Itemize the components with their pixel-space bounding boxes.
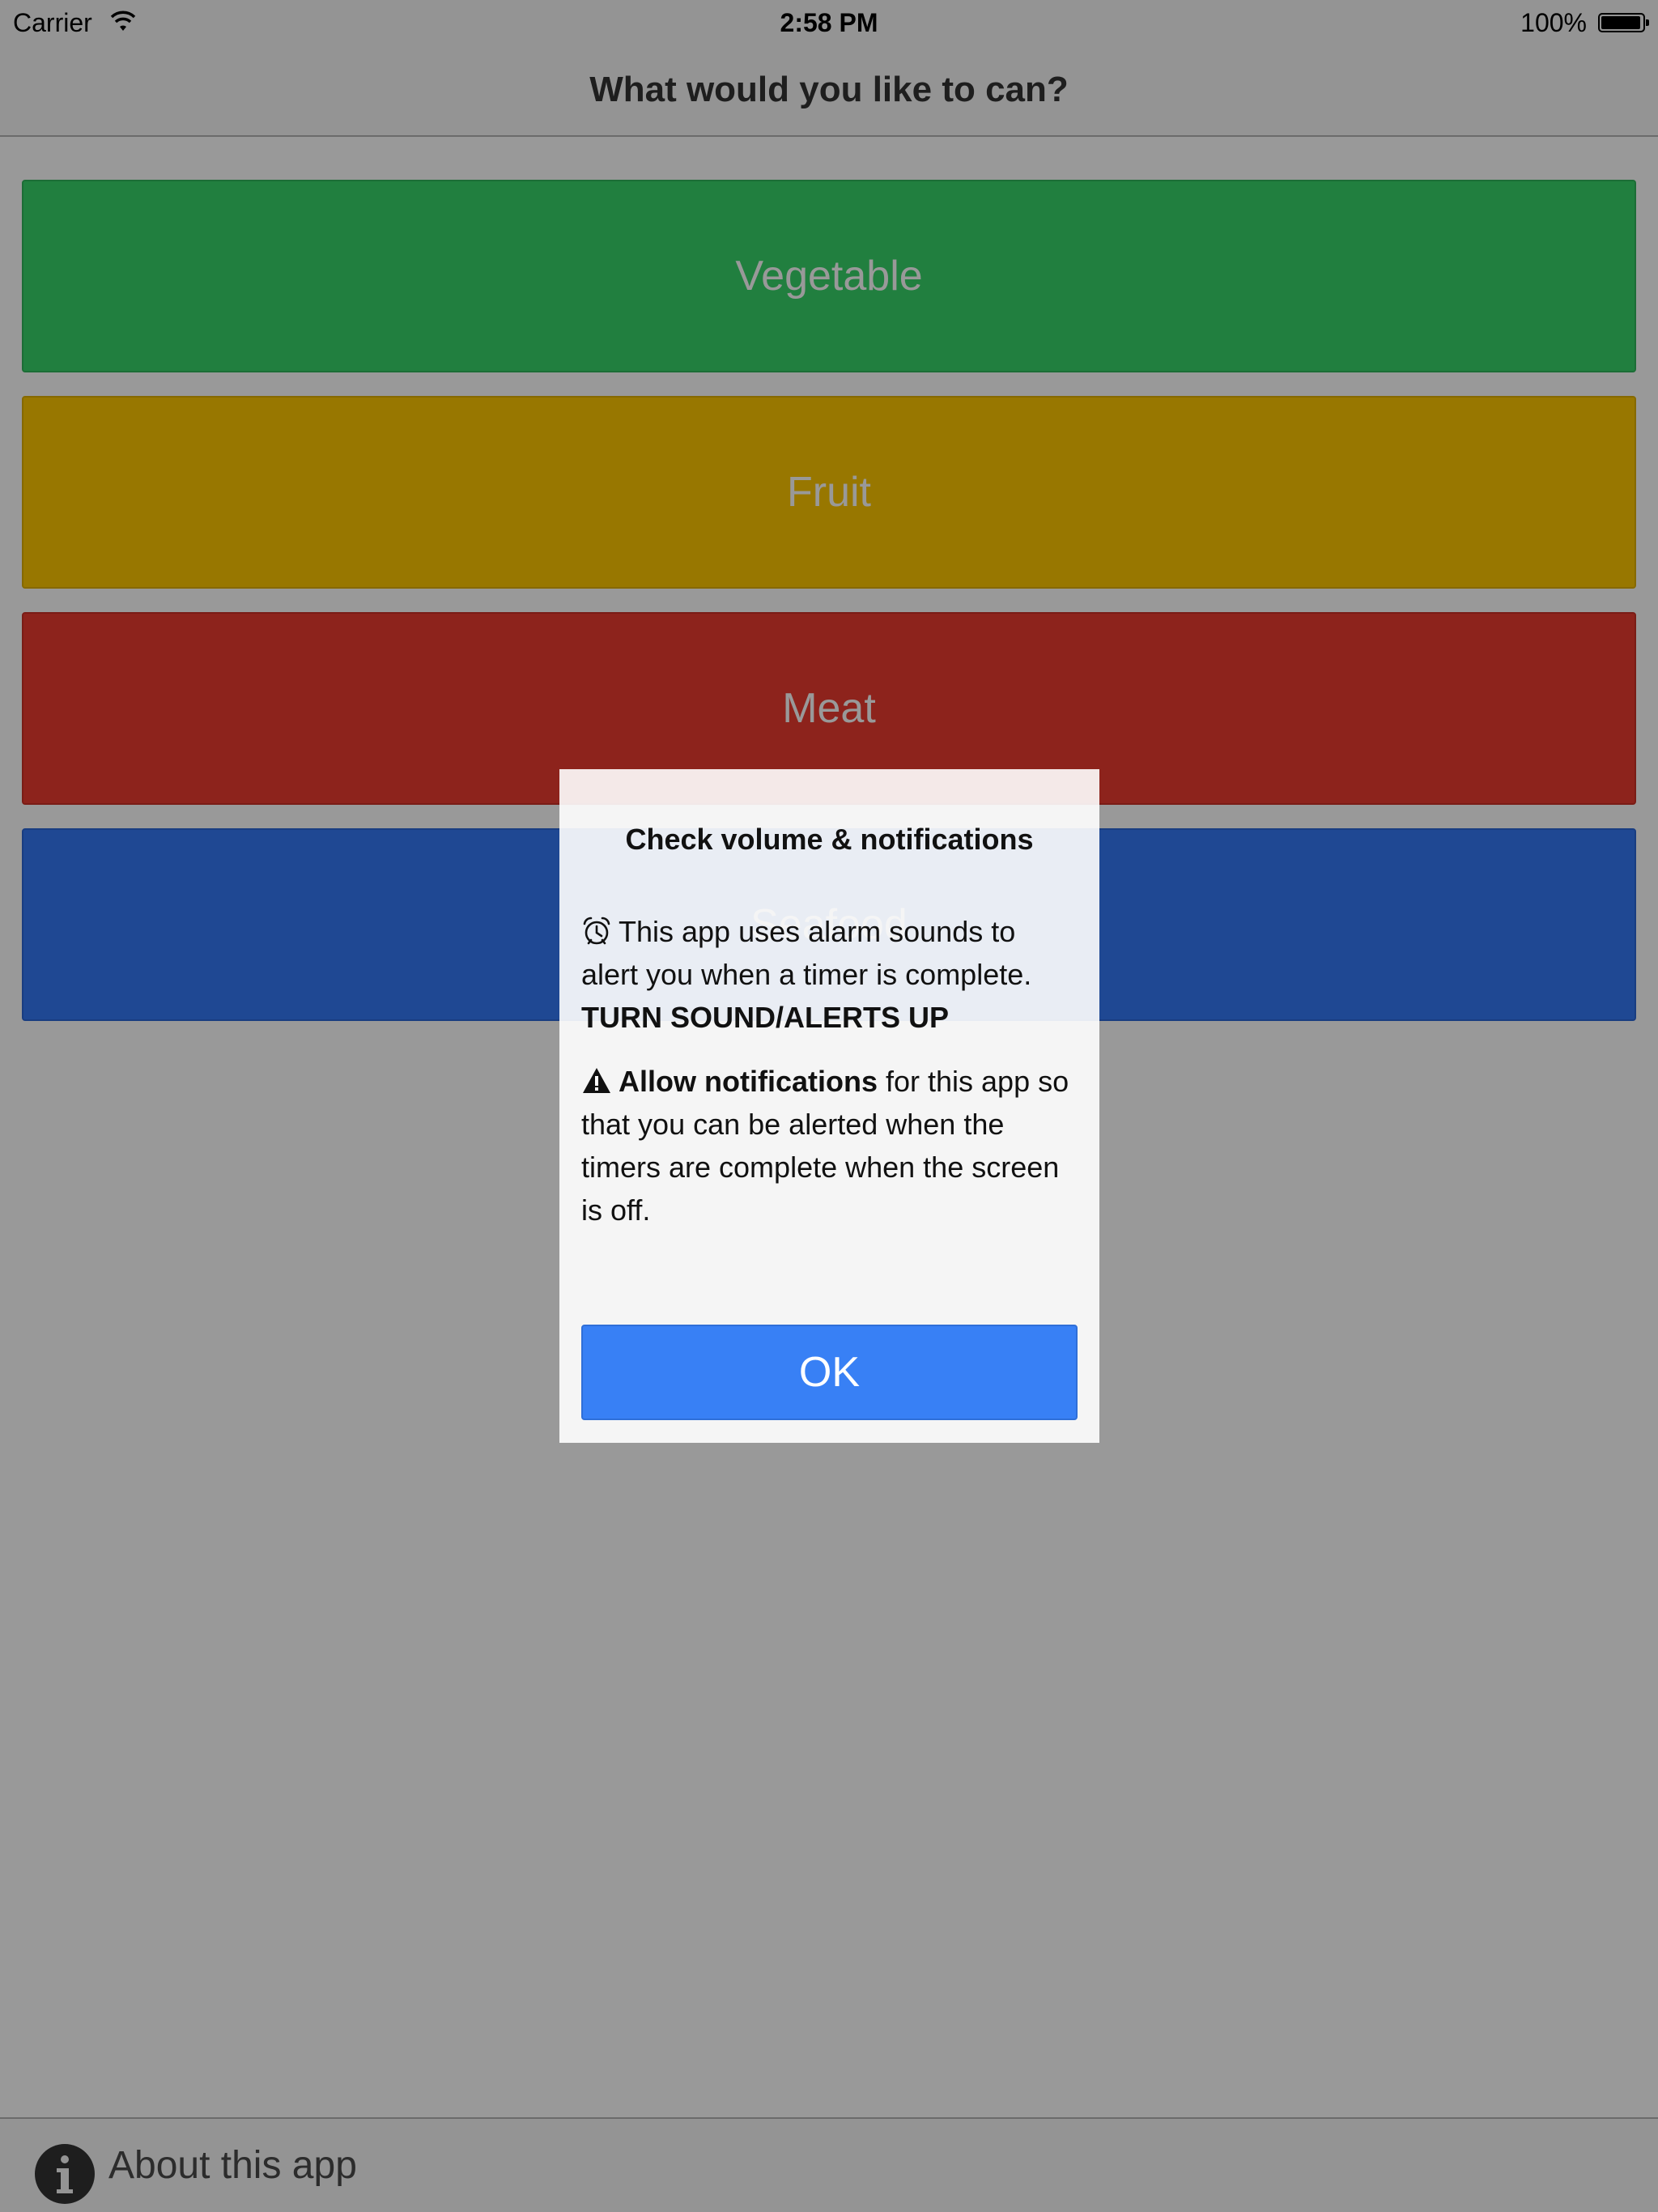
dialog-title: Check volume & notifications	[625, 823, 1034, 856]
sound-emphasis: TURN SOUND/ALERTS UP	[581, 1001, 950, 1034]
notifications-paragraph: Allow notifications for this app so that…	[581, 1060, 1078, 1231]
sound-paragraph: This app uses alarm sounds to alert you …	[581, 910, 1078, 1039]
notification-dialog: Check volume & notifications This app us…	[559, 769, 1099, 1443]
ok-button[interactable]: OK	[581, 1325, 1078, 1420]
dialog-body: This app uses alarm sounds to alert you …	[581, 910, 1078, 1231]
notifications-bold: Allow notifications	[619, 1065, 878, 1098]
warning-icon	[583, 1068, 610, 1093]
alarm-clock-icon	[583, 917, 610, 945]
sound-text: This app uses alarm sounds to alert you …	[581, 915, 1032, 991]
